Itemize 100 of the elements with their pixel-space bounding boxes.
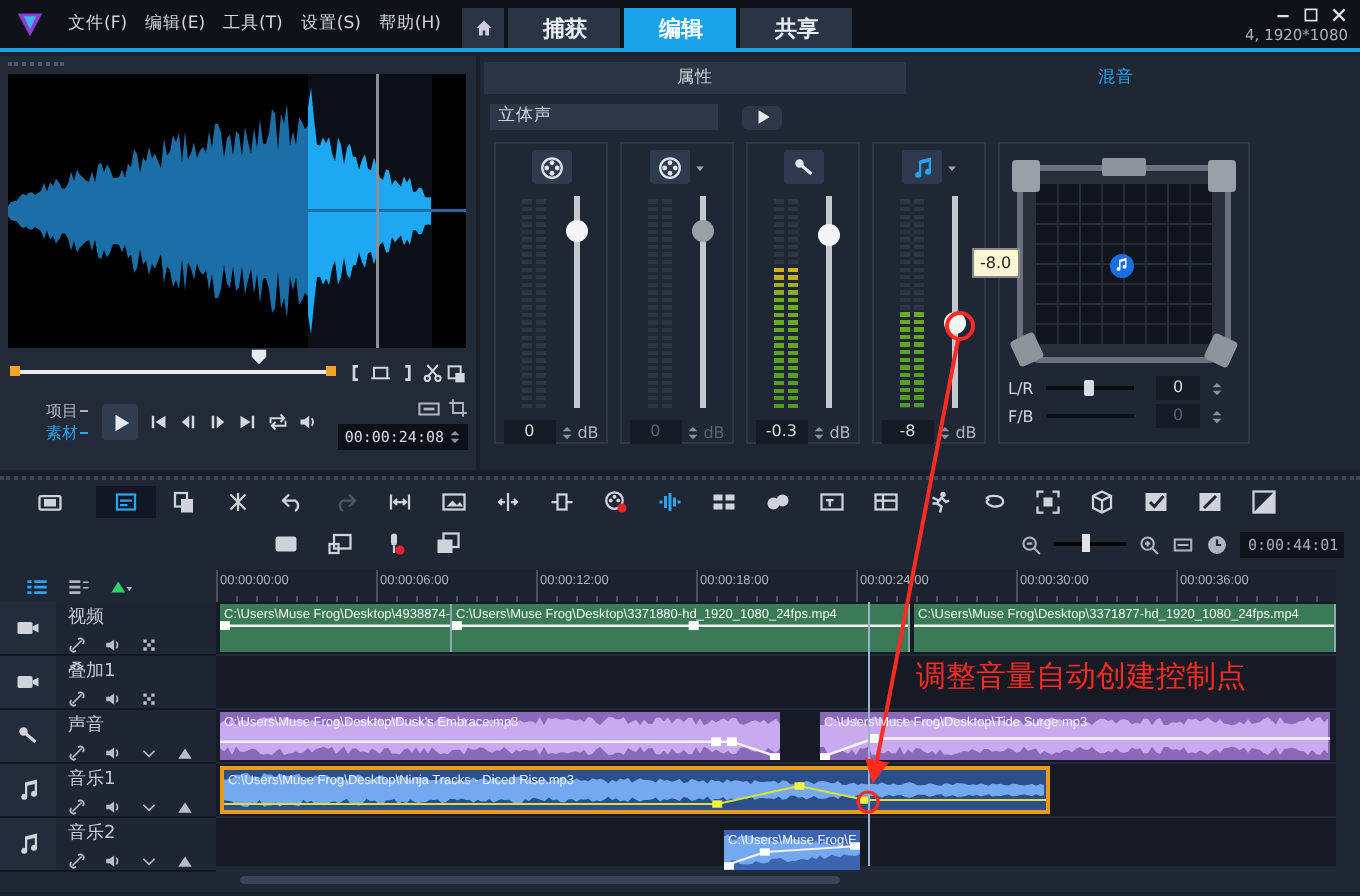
timeline-view-button[interactable] — [96, 486, 156, 518]
trim-handle[interactable] — [325, 366, 336, 376]
resize-icon[interactable] — [550, 490, 574, 514]
audio-wave-icon[interactable] — [658, 490, 682, 514]
triangle-icon[interactable] — [176, 743, 194, 761]
crop-icon[interactable] — [448, 398, 468, 418]
menu-item[interactable]: 编辑(E) — [145, 12, 206, 36]
play-button[interactable] — [742, 105, 782, 129]
split-square-icon[interactable] — [1252, 490, 1276, 514]
music-note-icon — [909, 155, 933, 179]
record-icon[interactable] — [604, 490, 628, 514]
link-icon[interactable] — [68, 743, 86, 761]
volume-icon[interactable] — [298, 412, 318, 432]
channel-button[interactable] — [783, 150, 823, 184]
slider-thumb[interactable] — [1084, 380, 1094, 396]
volume-field[interactable]: 0 — [503, 420, 556, 444]
text-box-icon[interactable] — [820, 490, 844, 514]
skip-start-icon[interactable] — [148, 412, 168, 432]
fit-timeline-icon[interactable] — [1172, 533, 1194, 555]
grid-icon[interactable] — [140, 689, 158, 707]
triangle-icon[interactable] — [176, 797, 194, 815]
music-note-handle[interactable] — [1110, 254, 1134, 278]
circles-icon[interactable] — [766, 490, 790, 514]
track-name: 视频 — [68, 605, 106, 629]
track-name: 音乐2 — [68, 821, 118, 845]
volume-field[interactable]: -0.3 — [755, 420, 808, 444]
link-icon[interactable] — [68, 797, 86, 815]
split-icon[interactable] — [496, 490, 520, 514]
aspect-ratio-icon[interactable] — [418, 398, 440, 420]
undo-icon[interactable] — [280, 490, 304, 514]
link-icon[interactable] — [68, 635, 86, 653]
slider-thumb[interactable] — [1082, 534, 1091, 552]
trim-icon[interactable] — [370, 361, 393, 383]
spinner-icon[interactable] — [1210, 379, 1224, 397]
table-icon[interactable] — [874, 490, 898, 514]
play-button[interactable] — [102, 404, 138, 440]
trim-handle[interactable] — [10, 366, 20, 376]
spinner-icon[interactable] — [1210, 407, 1224, 425]
menu-item[interactable]: 帮助(H) — [378, 12, 441, 36]
runner-icon[interactable] — [928, 490, 952, 514]
scissors-icon[interactable] — [421, 361, 443, 383]
zoom-out-icon[interactable] — [1020, 533, 1042, 555]
mode-toggle[interactable]: 素材 — [46, 422, 88, 444]
pen-icon[interactable] — [1198, 490, 1222, 514]
image-icon[interactable] — [442, 490, 466, 514]
slider-thumb[interactable] — [566, 220, 588, 243]
menu-item[interactable]: 工具(T) — [223, 12, 283, 36]
fit-width-icon[interactable] — [388, 490, 412, 514]
grid-icon[interactable] — [712, 490, 736, 514]
speaker-icon[interactable] — [104, 689, 122, 707]
triangle-icon[interactable] — [176, 851, 194, 869]
asterisk-icon[interactable] — [226, 490, 250, 514]
link-icon[interactable] — [68, 851, 86, 869]
grid-icon[interactable] — [140, 635, 158, 653]
balance-field[interactable]: 0 — [1156, 376, 1200, 400]
volume-envelope[interactable] — [820, 733, 1330, 760]
slider-thumb[interactable] — [818, 224, 840, 247]
copy-icon[interactable] — [172, 490, 196, 514]
skip-end-icon[interactable] — [238, 412, 258, 432]
copy-icon[interactable] — [446, 361, 468, 383]
annotation-text: 调整音量自动创建控制点 — [916, 658, 1246, 696]
music-note-icon — [16, 832, 40, 856]
volume-envelope[interactable] — [452, 621, 908, 631]
channel-button[interactable] — [901, 150, 941, 184]
speaker-icon[interactable] — [104, 635, 122, 653]
step-forward-icon[interactable] — [208, 412, 228, 432]
tab[interactable]: 捕获 — [508, 8, 621, 48]
speaker-icon[interactable] — [104, 797, 122, 815]
repeat-icon[interactable] — [268, 412, 288, 432]
speaker-icon[interactable] — [104, 851, 122, 869]
close-icon[interactable] — [1330, 5, 1348, 23]
link-icon[interactable] — [68, 689, 86, 707]
film-strip-icon — [38, 490, 62, 514]
panel-tab[interactable]: 属性 — [484, 62, 905, 94]
gif-icon[interactable] — [274, 532, 298, 556]
camera-icon — [16, 616, 40, 640]
maximize-icon[interactable] — [1302, 5, 1320, 23]
all-tracks-icon[interactable] — [26, 575, 48, 597]
cube-icon[interactable] — [1090, 490, 1114, 514]
volume-envelope[interactable] — [220, 621, 450, 631]
menu-item[interactable]: 文件(F) — [68, 12, 128, 36]
volume-field[interactable]: -8 — [881, 420, 934, 444]
stack-icon[interactable] — [436, 532, 460, 556]
channel-mode-dropdown[interactable]: 立体声 — [490, 104, 718, 130]
clock-icon[interactable] — [1206, 533, 1228, 555]
track-list-icon[interactable] — [68, 575, 90, 597]
home-button[interactable] — [462, 8, 505, 48]
frame-icon[interactable] — [1036, 490, 1060, 514]
mode-toggle[interactable]: 项目 — [46, 400, 88, 422]
screen-icon[interactable] — [328, 532, 352, 556]
zoom-in-icon[interactable] — [1138, 533, 1160, 555]
step-back-icon[interactable] — [178, 412, 198, 432]
menu-item[interactable]: 设置(S) — [300, 12, 361, 36]
channel-button[interactable] — [531, 150, 571, 184]
lasso-icon[interactable] — [982, 490, 1006, 514]
caret-icon[interactable] — [945, 161, 957, 173]
checkbox-icon[interactable] — [1144, 490, 1168, 514]
tab[interactable]: 共享 — [740, 8, 853, 48]
spinner-icon[interactable] — [448, 428, 462, 446]
speaker-icon[interactable] — [104, 743, 122, 761]
